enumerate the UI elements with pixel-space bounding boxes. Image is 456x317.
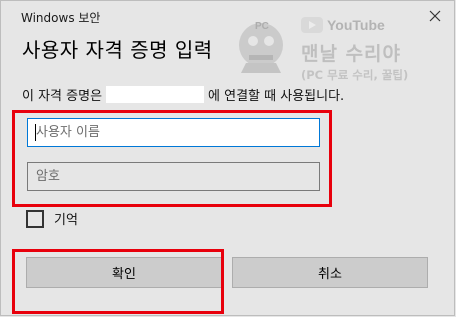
youtube-play-icon [301,17,323,33]
cancel-button[interactable]: 취소 [232,257,428,288]
text-cursor [35,124,36,141]
username-input[interactable] [27,118,320,147]
redacted-server-name [106,86,205,103]
mascot-logo-icon: PC [239,21,283,73]
channel-tagline: (PC 무료 수리, 꿀팁) [301,68,409,82]
credential-description: 이 자격 증명은 에 연결할 때 사용됩니다. [22,85,344,104]
ok-button[interactable]: 확인 [26,257,222,288]
dialog-heading: 사용자 자격 증명 입력 [22,38,213,62]
pc-badge: PC [255,21,269,32]
password-input[interactable] [27,162,320,191]
credential-dialog: Windows 보안 사용자 자격 증명 입력 PC YouTube 맨날 수리… [0,0,455,316]
youtube-badge: YouTube [301,15,401,35]
youtube-wordmark: YouTube [327,17,385,33]
channel-name: 맨날 수리야 [301,43,402,65]
remember-label: 기억 [54,213,78,228]
remember-checkbox-row[interactable]: 기억 [26,209,78,228]
description-after: 에 연결할 때 사용됩니다. [208,89,345,104]
description-before: 이 자격 증명은 [22,89,103,104]
remember-checkbox[interactable] [26,209,44,228]
window-title: Windows 보안 [21,11,101,25]
